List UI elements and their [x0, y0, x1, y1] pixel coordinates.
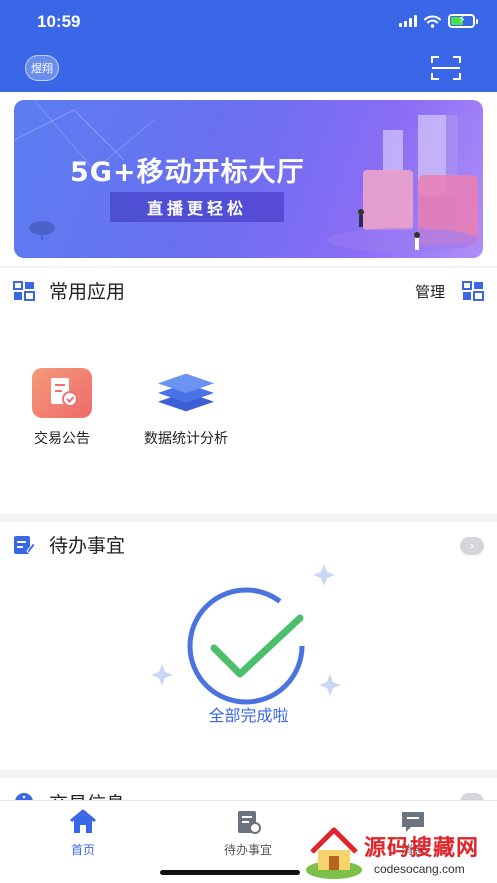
todo-section: 待办事宜 › 全部完成啦: [0, 522, 497, 770]
signal-icon: [399, 15, 417, 27]
banner-card[interactable]: 5G+移动开标大厅 直播更轻松: [14, 100, 483, 258]
common-apps-header: 常用应用 管理: [0, 268, 497, 312]
announcement-icon: [32, 368, 92, 418]
tab-label: 首页: [70, 843, 95, 857]
app-label: 交易公告: [34, 431, 90, 447]
app-item-announcement[interactable]: 交易公告: [26, 368, 98, 448]
watermark-title: 源码搜藏网: [364, 836, 480, 861]
grid-icon: [13, 281, 35, 301]
wifi-icon: [424, 15, 441, 28]
banner-section: 5G+移动开标大厅 直播更轻松: [0, 92, 497, 266]
home-icon: [70, 809, 96, 833]
todo-header[interactable]: 待办事宜 ›: [0, 522, 497, 566]
manage-link[interactable]: 管理: [415, 281, 445, 302]
common-apps-title: 常用应用: [49, 281, 126, 303]
watermark-url: codesocang.com: [374, 862, 465, 876]
app-header: 10:59 ⚡ 煜翔: [0, 0, 497, 92]
app-item-data-analysis[interactable]: 数据统计分析: [128, 368, 244, 448]
chevron-right-icon[interactable]: ›: [460, 537, 484, 555]
tab-todo[interactable]: 待办事宜: [188, 809, 308, 858]
all-done-icon: [151, 564, 341, 705]
todo-icon: [238, 811, 261, 834]
layers-icon: [156, 368, 216, 418]
banner-title: 5G+移动开标大厅: [70, 157, 305, 188]
battery-icon: ⚡: [448, 13, 478, 28]
watermark-logo: 源码搜藏网 codesocang.com: [300, 822, 497, 883]
common-apps-section: 常用应用 管理 交易公告 数据统计分析: [0, 268, 497, 514]
all-done-text: 全部完成啦: [208, 706, 289, 725]
house-logo-icon: [306, 827, 362, 879]
home-indicator: [160, 870, 300, 875]
app-label: 数据统计分析: [144, 431, 228, 447]
todo-title: 待办事宜: [49, 535, 126, 557]
5g-illustration: [328, 115, 478, 252]
user-avatar-badge[interactable]: 煜翔: [25, 55, 59, 81]
status-time: 10:59: [37, 12, 81, 31]
edit-list-icon: [14, 536, 35, 554]
grid-icon[interactable]: [462, 281, 484, 301]
scan-icon[interactable]: [431, 55, 461, 81]
tab-home[interactable]: 首页: [23, 809, 143, 858]
banner-subtitle: 直播更轻松: [110, 192, 284, 222]
tab-label: 待办事宜: [223, 843, 272, 857]
status-icons: ⚡: [399, 13, 478, 28]
